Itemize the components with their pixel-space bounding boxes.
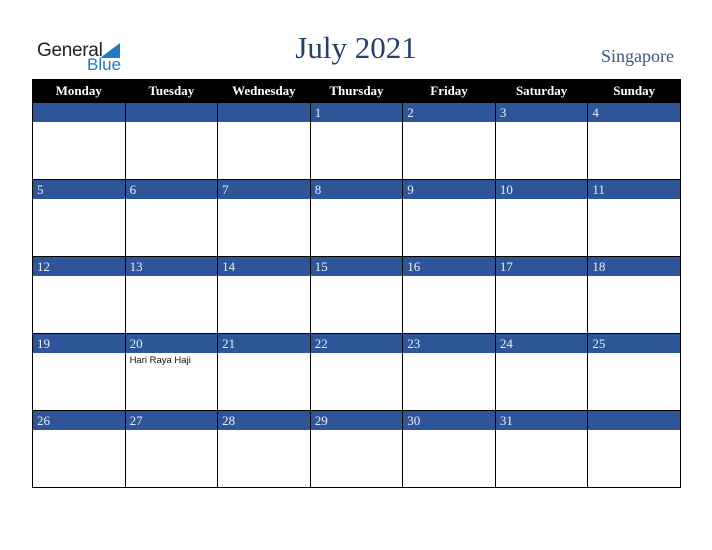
- day-number: 31: [495, 411, 588, 430]
- day-number: 29: [310, 411, 403, 430]
- day-number: 20: [125, 334, 218, 353]
- weekday-header-row: Monday Tuesday Wednesday Thursday Friday…: [32, 79, 681, 103]
- weekday-header: Tuesday: [124, 79, 219, 103]
- day-cell[interactable]: 1: [309, 102, 404, 180]
- day-cell[interactable]: 11: [587, 179, 681, 257]
- day-number: 9: [403, 180, 495, 199]
- day-number: [125, 103, 218, 122]
- week-row: 5 6 7 8 9 10 11: [32, 179, 681, 257]
- day-cell[interactable]: 12: [32, 256, 126, 334]
- day-number: 4: [588, 103, 680, 122]
- country-label: Singapore: [601, 46, 674, 66]
- day-number: 5: [33, 180, 125, 199]
- day-number: 8: [310, 180, 403, 199]
- day-cell[interactable]: [32, 102, 126, 180]
- day-cell[interactable]: 14: [217, 256, 311, 334]
- week-row: 26 27 28 29 30 31: [32, 410, 681, 488]
- day-number: 25: [588, 334, 680, 353]
- day-cell[interactable]: 15: [309, 256, 404, 334]
- day-number: 6: [125, 180, 218, 199]
- day-number: 30: [403, 411, 495, 430]
- day-cell[interactable]: 31: [494, 410, 589, 488]
- day-cell[interactable]: 19: [32, 333, 126, 411]
- day-number: 3: [495, 103, 588, 122]
- day-cell[interactable]: 2: [402, 102, 496, 180]
- day-cell[interactable]: 13: [124, 256, 219, 334]
- weekday-header: Sunday: [587, 79, 681, 103]
- day-number: 7: [218, 180, 310, 199]
- day-number: 13: [125, 257, 218, 276]
- day-number: [588, 411, 680, 430]
- day-number: 15: [310, 257, 403, 276]
- day-number: 16: [403, 257, 495, 276]
- day-number: 21: [218, 334, 310, 353]
- day-cell[interactable]: 7: [217, 179, 311, 257]
- day-cell[interactable]: [217, 102, 311, 180]
- day-cell[interactable]: 25: [587, 333, 681, 411]
- day-cell[interactable]: 21: [217, 333, 311, 411]
- day-cell[interactable]: 24: [494, 333, 589, 411]
- day-number: 24: [495, 334, 588, 353]
- calendar-grid: Monday Tuesday Wednesday Thursday Friday…: [32, 79, 681, 488]
- weekday-header: Saturday: [494, 79, 589, 103]
- day-number: 18: [588, 257, 680, 276]
- day-cell[interactable]: 26: [32, 410, 126, 488]
- day-cell[interactable]: 22: [309, 333, 404, 411]
- day-number: 1: [310, 103, 403, 122]
- day-number: 14: [218, 257, 310, 276]
- day-number: 28: [218, 411, 310, 430]
- holiday-event: Hari Raya Haji: [129, 355, 191, 366]
- day-number: [33, 103, 125, 122]
- day-cell[interactable]: 8: [309, 179, 404, 257]
- day-cell[interactable]: 18: [587, 256, 681, 334]
- day-cell[interactable]: 16: [402, 256, 496, 334]
- day-cell[interactable]: [587, 410, 681, 488]
- day-cell[interactable]: 29: [309, 410, 404, 488]
- day-cell[interactable]: 23: [402, 333, 496, 411]
- day-cell[interactable]: 6: [124, 179, 219, 257]
- day-cell[interactable]: 28: [217, 410, 311, 488]
- day-cell[interactable]: 5: [32, 179, 126, 257]
- day-cell[interactable]: 9: [402, 179, 496, 257]
- week-row: 12 13 14 15 16 17 18: [32, 256, 681, 334]
- day-number: 2: [403, 103, 495, 122]
- day-cell[interactable]: 30: [402, 410, 496, 488]
- day-number: 26: [33, 411, 125, 430]
- day-number: 12: [33, 257, 125, 276]
- day-number: 23: [403, 334, 495, 353]
- day-number: 11: [588, 180, 680, 199]
- week-row: 19 20 Hari Raya Haji 21 22 23 24 25: [32, 333, 681, 411]
- weekday-header: Monday: [32, 79, 126, 103]
- day-cell[interactable]: 4: [587, 102, 681, 180]
- day-number: 27: [125, 411, 218, 430]
- day-cell[interactable]: [124, 102, 219, 180]
- day-cell[interactable]: 27: [124, 410, 219, 488]
- week-row: 1234: [32, 102, 681, 180]
- day-number: 17: [495, 257, 588, 276]
- weekday-header: Wednesday: [217, 79, 311, 103]
- day-number: 22: [310, 334, 403, 353]
- weekday-header: Friday: [402, 79, 496, 103]
- day-cell[interactable]: 3: [494, 102, 589, 180]
- day-number: [218, 103, 310, 122]
- day-number: 19: [33, 334, 125, 353]
- weekday-header: Thursday: [309, 79, 404, 103]
- day-cell[interactable]: 10: [494, 179, 589, 257]
- day-number: 10: [495, 180, 588, 199]
- day-cell[interactable]: 17: [494, 256, 589, 334]
- day-cell[interactable]: 20 Hari Raya Haji: [124, 333, 219, 411]
